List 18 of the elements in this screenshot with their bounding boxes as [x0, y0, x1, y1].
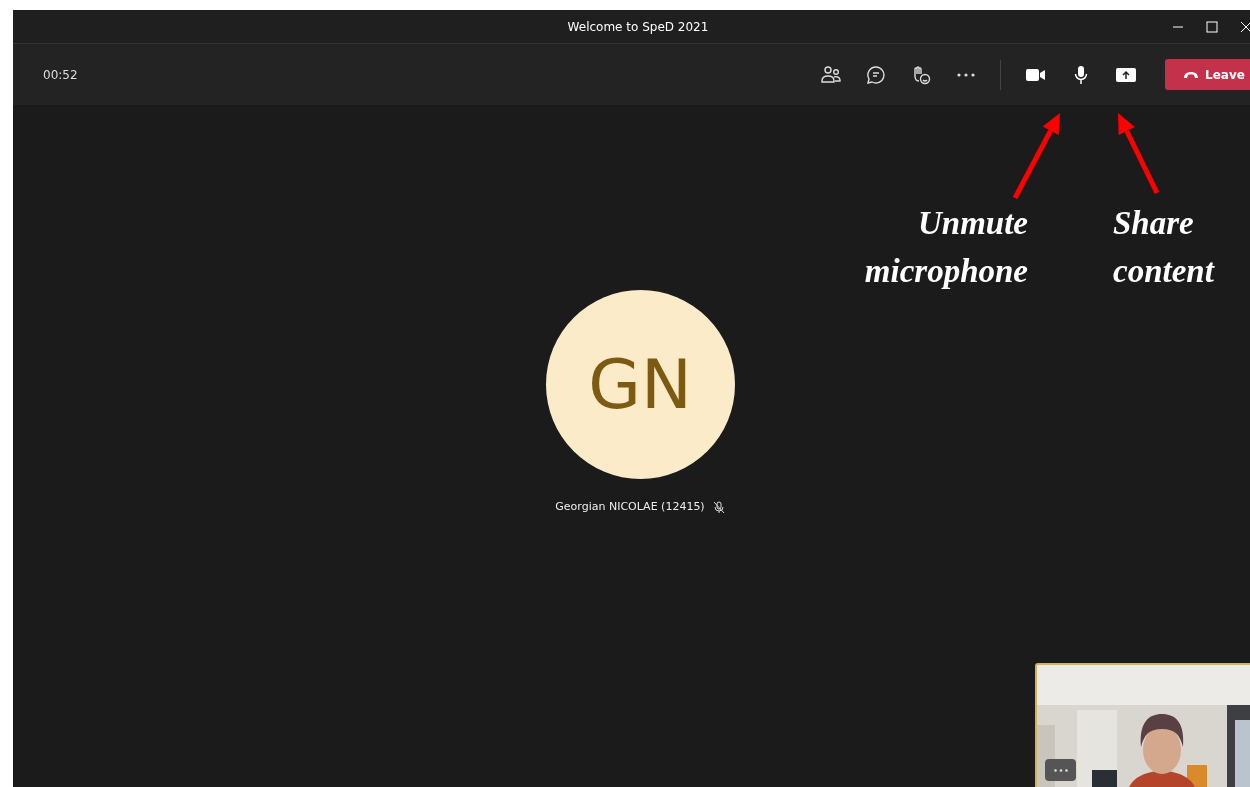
people-icon [820, 65, 841, 84]
share-icon [1115, 66, 1136, 83]
hang-up-icon [1183, 70, 1200, 79]
close-icon [1240, 21, 1250, 33]
call-timer: 00:52 [43, 66, 78, 84]
more-icon [1053, 768, 1068, 772]
camera-icon [1025, 67, 1046, 82]
chat-icon [865, 64, 886, 85]
more-options-button[interactable] [1045, 759, 1076, 781]
avatar: GN [545, 290, 735, 479]
more-icon [956, 72, 975, 77]
microphone-icon [1073, 64, 1088, 85]
annotation-label: Unmute microphone [863, 204, 1028, 291]
window-title: Welcome to SpeD 2021 [567, 18, 709, 36]
maximize-icon [1206, 21, 1218, 33]
leave-button[interactable]: Leave [1165, 59, 1250, 90]
annotation-label: Share content [1113, 204, 1216, 291]
participant-name: Georgian NICOLAE (12415) [555, 499, 705, 515]
